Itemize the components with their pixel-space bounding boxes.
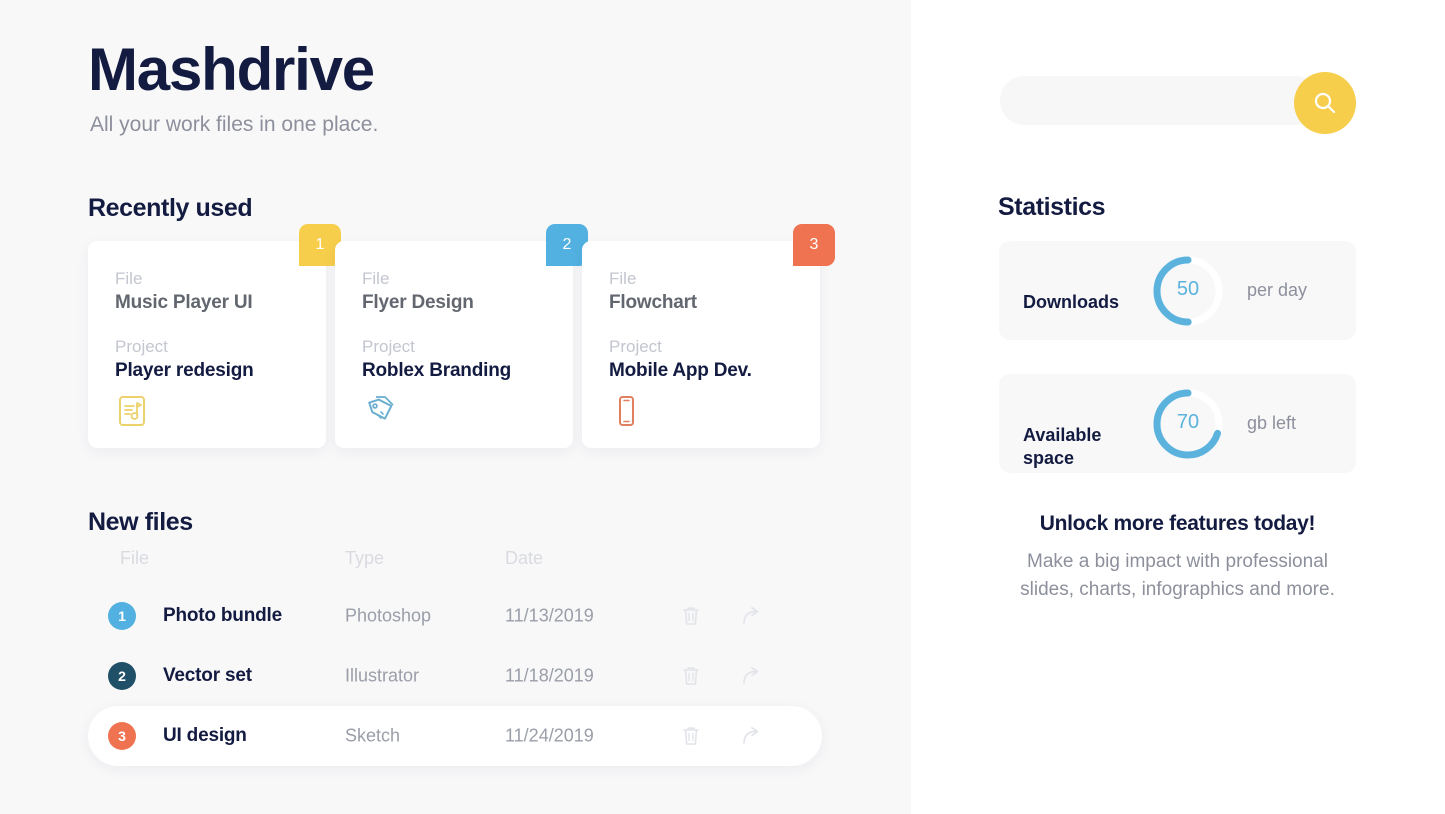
promo-block: Unlock more features today! Make a big i… [999, 512, 1356, 603]
delete-row-button[interactable] [680, 605, 702, 627]
card-project-label: Project [115, 337, 168, 356]
table-row[interactable]: 3 UI design Sketch 11/24/2019 [88, 706, 822, 766]
row-file-type: Photoshop [345, 605, 432, 626]
column-header-date: Date [505, 548, 544, 568]
share-arrow-icon[interactable] [740, 725, 762, 747]
delete-row-button[interactable] [680, 665, 702, 687]
left-panel: Mashdrive All your work files in one pla… [0, 0, 911, 814]
column-header-file: File [120, 548, 150, 568]
statistic-unit: gb left [1247, 412, 1297, 433]
column-header-type: Type [345, 548, 385, 568]
row-rank-badge: 3 [108, 722, 136, 750]
statistics-heading: Statistics [998, 193, 1106, 221]
card-project-label: Project [609, 337, 662, 356]
card-file-value: Flyer Design [362, 292, 474, 313]
statistic-value: 70 [1176, 410, 1200, 433]
table-body: 1 Photo bundle Photoshop 11/13/2019 2 Vector… [88, 586, 822, 766]
row-file-date: 11/24/2019 [505, 725, 594, 746]
table-header-row: File Type Date [88, 548, 822, 586]
share-row-button[interactable] [740, 605, 762, 627]
app-root: Mashdrive All your work files in one pla… [0, 0, 1445, 814]
card-file-label: File [362, 269, 390, 288]
card-file-label: File [115, 269, 143, 288]
row-file-name: Vector set [163, 665, 252, 686]
search-input[interactable] [1000, 76, 1320, 125]
recently-used-card[interactable]: 1 File Music Player UI Project Player redesi… [88, 224, 341, 448]
row-rank-badge: 1 [108, 602, 136, 630]
row-file-name: Photo bundle [163, 605, 282, 626]
share-arrow-icon[interactable] [740, 665, 762, 687]
row-file-date: 11/13/2019 [505, 605, 594, 626]
trash-icon[interactable] [680, 605, 702, 627]
page-title: Mashdrive [88, 36, 375, 103]
new-files-table: File Type Date 1 Photo bundle Photoshop 11/… [88, 548, 822, 766]
recently-used-card[interactable]: 2 File Flyer Design Project Roblex Branding [335, 224, 588, 448]
table-row[interactable]: 1 Photo bundle Photoshop 11/13/2019 [88, 586, 822, 646]
music-file-icon [119, 396, 145, 426]
card-project-value: Roblex Branding [362, 360, 512, 381]
trash-icon[interactable] [680, 725, 702, 747]
tags-icon [368, 396, 394, 420]
search-icon [1314, 92, 1336, 114]
recently-used-heading: Recently used [88, 194, 253, 222]
row-file-name: UI design [163, 725, 247, 746]
trash-icon[interactable] [680, 665, 702, 687]
card-rank-badge: 3 [793, 224, 835, 266]
row-file-type: Sketch [345, 725, 401, 746]
card-project-value: Player redesign [115, 360, 254, 381]
row-file-date: 11/18/2019 [505, 665, 594, 686]
right-panel: Statistics Downloads 50 per day Available s… [911, 0, 1445, 814]
share-row-button[interactable] [740, 725, 762, 747]
recently-used-card[interactable]: 3 File Flowchart Project Mobile App Dev. [582, 224, 835, 448]
promo-body: Make a big impact with professional slid… [1020, 551, 1335, 600]
new-files-heading: New files [88, 508, 193, 536]
page-subtitle: All your work files in one place. [90, 113, 379, 136]
card-project-value: Mobile App Dev. [609, 360, 752, 381]
promo-title: Unlock more features today! [1039, 512, 1316, 535]
share-arrow-icon[interactable] [740, 605, 762, 627]
statistic-label: Available space [1023, 424, 1102, 468]
mobile-phone-icon [619, 396, 634, 426]
statistic-unit: per day [1247, 279, 1308, 300]
search-button[interactable] [1294, 72, 1356, 134]
recently-used-card-list: 1 File Music Player UI Project Player redesi… [88, 224, 835, 448]
row-file-type: Illustrator [345, 665, 420, 686]
search-bar [1000, 72, 1356, 134]
table-row[interactable]: 2 Vector set Illustrator 11/18/2019 [88, 646, 822, 706]
card-file-label: File [609, 269, 637, 288]
row-rank-badge: 2 [108, 662, 136, 690]
statistic-label: Downloads [1023, 291, 1120, 312]
statistic-value: 50 [1176, 277, 1200, 300]
statistic-card: Available space 70 gb left [999, 374, 1356, 473]
card-project-label: Project [362, 337, 415, 356]
share-row-button[interactable] [740, 665, 762, 687]
delete-row-button[interactable] [680, 725, 702, 747]
card-file-value: Flowchart [609, 292, 697, 313]
card-file-value: Music Player UI [115, 292, 253, 313]
statistic-card: Downloads 50 per day [999, 241, 1356, 340]
